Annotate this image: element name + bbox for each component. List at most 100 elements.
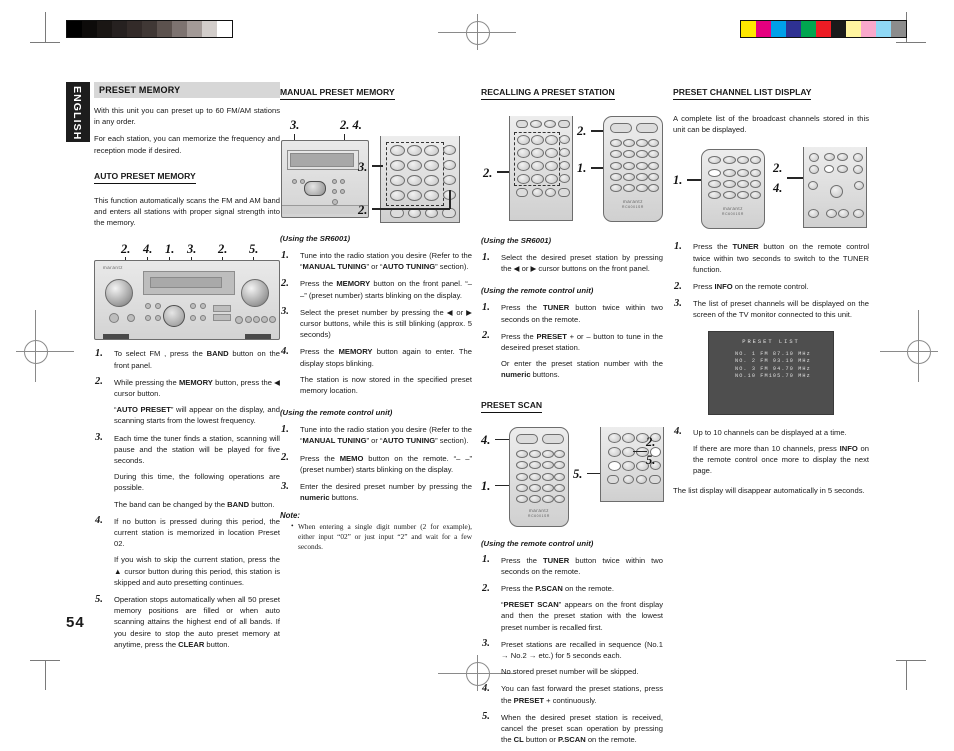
tuner-button (708, 169, 721, 178)
figure-callout: 1. (673, 173, 683, 188)
page-number: 54 (66, 614, 85, 631)
step-number: 1. (95, 347, 103, 359)
numeric-button-7 (390, 175, 405, 186)
bottom-button (545, 188, 556, 197)
step-number: 2. (281, 452, 289, 464)
function-button (554, 472, 565, 481)
registration-line-left-h (16, 351, 74, 352)
step-text: Press the P.SCAN on the remote. (501, 584, 614, 594)
side-button (853, 153, 863, 163)
figure-callout: 2. (483, 166, 493, 180)
language-tab: ENGLISH (66, 82, 90, 142)
step-text: To select FM , press the BAND button on … (114, 349, 281, 370)
clear-button (517, 174, 530, 184)
figure-callout: 1. (481, 478, 491, 493)
registration-line-right-h (880, 351, 938, 352)
function-button (554, 483, 565, 492)
model-label: RC6001SR (528, 513, 550, 518)
step-item: 5. Operation stops automatically when all… (94, 594, 280, 650)
function-button (623, 139, 635, 147)
step-item: 2. Press the MEMO button on the remote. “… (280, 452, 472, 475)
calibration-swatch (142, 21, 157, 37)
figure-callout: 2. (773, 161, 783, 176)
leader-line (587, 472, 600, 475)
brand-logo: marantz (103, 265, 124, 271)
function-button (610, 150, 622, 158)
display-bezel (287, 150, 359, 170)
numeric-button-6 (545, 148, 558, 158)
step-number: 4. (281, 345, 289, 357)
function-button (636, 173, 648, 181)
remote-control-numeric (509, 116, 573, 221)
step-text: Press the TUNER button on the remote con… (693, 242, 870, 274)
step-number: 3. (281, 480, 289, 492)
section-title-manual-preset-memory: MANUAL PRESET MEMORY (280, 87, 395, 100)
panel-button (253, 316, 260, 324)
sr6001-heading: (Using the SR6001) (481, 236, 552, 245)
side-button (808, 181, 818, 191)
function-button (610, 184, 622, 192)
numeric-button-3 (545, 135, 558, 145)
figure-callout: 5. (646, 452, 656, 467)
side-button (838, 209, 849, 219)
registration-line-left-v (35, 310, 36, 382)
function-button (542, 472, 554, 481)
step-number: 4. (674, 426, 682, 438)
panel-button (340, 179, 345, 184)
recall-unit-steps: 1. Select the desired preset station by p… (481, 252, 663, 274)
side-button (559, 161, 570, 170)
step-text: The station is now stored in the specifi… (300, 374, 472, 396)
step-text: Or enter the preset station number with … (501, 359, 663, 380)
step-item: 2. Press the MEMORY button on the front p… (280, 278, 472, 300)
step-text: Each time the tuner finds a station, sca… (114, 433, 280, 466)
crop-mark-top-left-v (45, 12, 46, 42)
numeric-button-5 (407, 160, 422, 171)
side-button (443, 160, 456, 170)
leader-line (787, 177, 803, 179)
brand-logo: marantz (528, 507, 550, 513)
side-button (443, 175, 456, 185)
function-button (542, 449, 554, 458)
step-item: 3. Enter the desired preset number by pre… (280, 481, 472, 503)
calibration-swatch (127, 21, 142, 37)
top-button (530, 120, 542, 128)
calibration-swatch (97, 21, 112, 37)
figure-manual-preset: 3. 2. 4. 3. 2. (280, 118, 472, 223)
model-label: RC6001SR (622, 205, 644, 209)
step-number: 1. (674, 240, 682, 252)
preset-rocker-button (516, 433, 538, 444)
function-button (708, 180, 721, 189)
language-tab-label: ENGLISH (71, 86, 83, 141)
step-item: 2. Press the P.SCAN on the remote. “PRESET… (481, 583, 663, 633)
panel-button (340, 189, 345, 194)
step-number: 1. (281, 423, 289, 435)
column-recalling-preset-station: RECALLING A PRESET STATION 2. 2. 1. mara… (481, 82, 664, 751)
step-item: 2. Press INFO on the remote control. (673, 281, 869, 292)
remote-control-full: marantz RC6001SR (603, 116, 663, 222)
panel-button (235, 316, 243, 325)
calibration-swatch (756, 21, 771, 37)
remote-control-full: marantz RC6001SR (509, 426, 569, 527)
registration-mark-right (907, 340, 931, 364)
step-text: The band can be changed by the BAND butt… (114, 499, 275, 509)
function-button (648, 162, 659, 170)
panel-button (332, 179, 337, 184)
calibration-swatch (831, 21, 846, 37)
step-text: Preset stations are recalled in sequence… (501, 639, 663, 661)
side-button (559, 148, 570, 157)
leader-line (449, 190, 451, 209)
step-item: 1. Press the TUNER button on the remote c… (673, 241, 869, 275)
bottom-button (623, 474, 634, 484)
figure-callout: 2. (121, 242, 131, 257)
numeric-button-8 (407, 175, 422, 186)
step-text: The list of preset channels will be disp… (693, 299, 869, 320)
numeric-button-1 (390, 145, 405, 156)
numeric-button-7 (517, 161, 530, 171)
step-number: 5. (482, 711, 490, 723)
figure-callout: 5. (573, 466, 583, 481)
crop-mark-top-right-h (896, 42, 926, 43)
function-button (542, 460, 554, 469)
step-number: 2. (281, 277, 289, 289)
panel-button (292, 179, 297, 184)
step-item: 3. Preset stations are recalled in sequen… (481, 638, 663, 678)
